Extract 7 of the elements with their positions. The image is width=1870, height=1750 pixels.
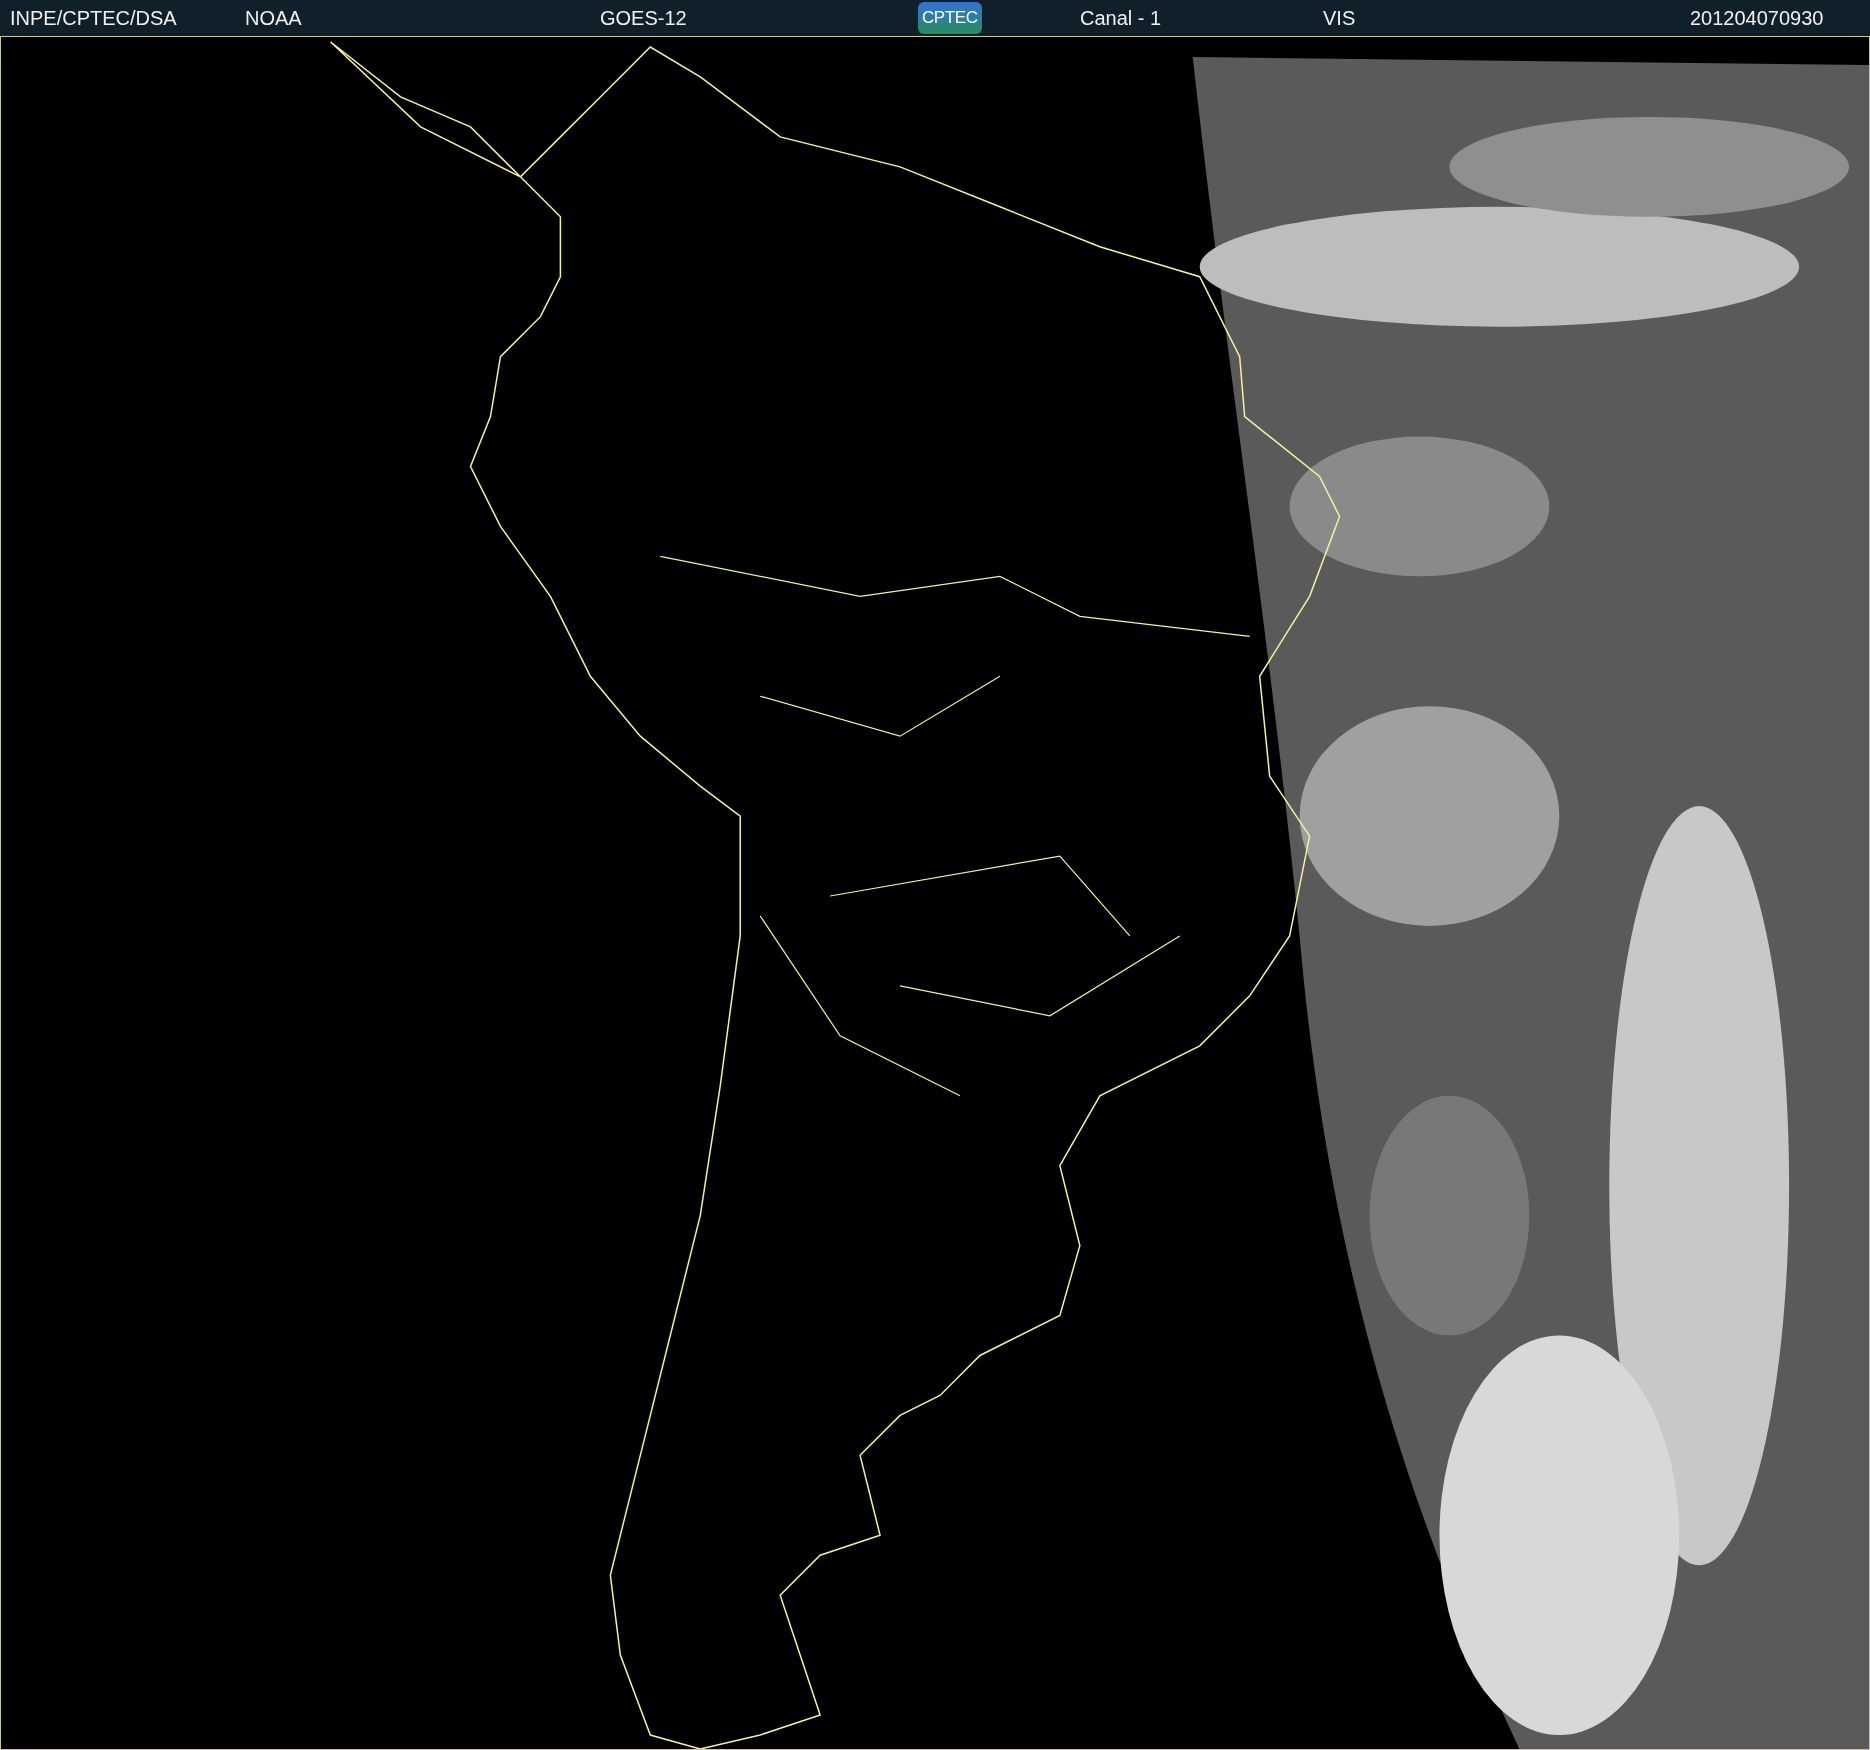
header-label: INPE/CPTEC/DSA	[10, 7, 177, 29]
header-label: 201204070930	[1690, 7, 1824, 29]
header-label: GOES-12	[600, 7, 687, 29]
header-label: NOAA	[245, 7, 302, 29]
header-label: Canal - 1	[1080, 7, 1162, 29]
agency-logo: CPTEC	[918, 2, 982, 34]
header-label: VIS	[1323, 7, 1356, 29]
